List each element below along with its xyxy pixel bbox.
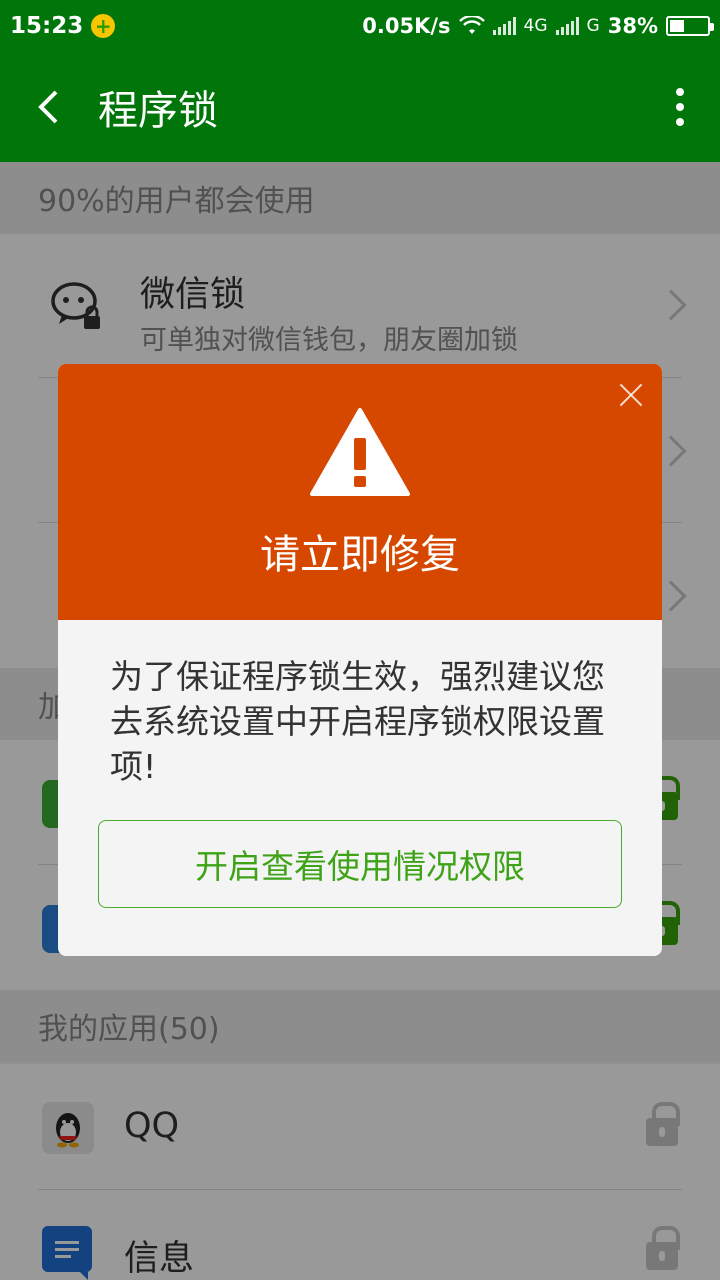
dialog-message: 为了保证程序锁生效，强烈建议您去系统设置中开启程序锁权限设置项! — [110, 657, 605, 786]
enable-usage-access-button[interactable]: 开启查看使用情况权限 — [98, 820, 622, 908]
chevron-left-icon — [38, 90, 58, 124]
app-bar: 程序锁 — [0, 52, 720, 162]
network-g: G — [586, 16, 600, 36]
page-title: 程序锁 — [98, 88, 218, 134]
security-app-icon: + — [91, 14, 116, 38]
more-options-button[interactable] — [640, 52, 720, 162]
battery-icon — [666, 16, 714, 36]
status-bar: 15:23 + 0.05K/s 4G G 38% — [0, 0, 720, 52]
more-vert-icon — [676, 88, 684, 96]
warning-icon — [310, 408, 410, 496]
status-time: 15:23 — [10, 13, 84, 39]
network-speed: 0.05K/s — [362, 14, 451, 38]
close-icon[interactable] — [614, 378, 648, 412]
signal-icon — [492, 17, 516, 35]
fix-permission-dialog: 请立即修复 为了保证程序锁生效，强烈建议您去系统设置中开启程序锁权限设置项! 开… — [58, 364, 662, 956]
dialog-header: 请立即修复 — [58, 364, 662, 620]
network-4g: 4G — [523, 16, 548, 36]
back-button[interactable] — [0, 52, 96, 162]
dialog-title: 请立即修复 — [260, 532, 460, 578]
wifi-icon — [458, 16, 485, 34]
battery-percent: 38% — [607, 14, 658, 38]
signal-icon-2 — [555, 17, 579, 35]
